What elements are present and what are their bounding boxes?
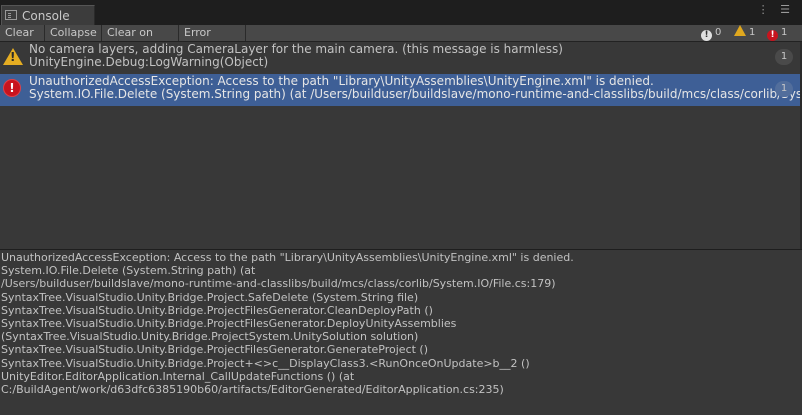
stacktrace-line: UnauthorizedAccessException: Access to t… [1,251,574,264]
stacktrace-line: SyntaxTree.VisualStudio.Unity.Bridge.Pro… [1,356,530,370]
collapse-count-badge: 1 [775,49,793,65]
log-entry-stack: System.IO.File.Delete (System.String pat… [29,87,802,101]
stacktrace-line: System.IO.File.Delete (System.String pat… [1,264,256,278]
error-count: 1 [781,27,788,38]
tab-console-label: Console [22,9,70,23]
stacktrace-line: UnityEditor.EditorApplication.Internal_C… [1,369,355,383]
log-entry[interactable]: No camera layers, adding CameraLayer for… [0,42,802,74]
error-icon: ! [767,30,778,41]
log-entry-stack: UnityEngine.Debug:LogWarning(Object) [29,55,269,69]
error-count-toggle[interactable]: ! 1 [767,25,787,41]
collapse-count-badge: 1 [775,81,793,97]
stacktrace-line: (SyntaxTree.VisualStudio.Unity.Bridge.Pr… [1,330,419,344]
clear-button[interactable]: Clear [0,25,45,41]
log-entry-selected[interactable]: ! UnauthorizedAccessException: Access to… [0,74,802,106]
stacktrace-line: SyntaxTree.VisualStudio.Unity.Bridge.Pro… [1,343,429,357]
info-icon: ! [701,30,712,41]
stacktrace-detail[interactable]: UnauthorizedAccessException: Access to t… [1,251,801,415]
collapse-toggle[interactable]: Collapse [45,25,102,41]
stacktrace-line: C:/BuildAgent/work/d63dfc6385190b60/arti… [1,383,504,397]
tab-console[interactable]: Console [1,5,95,25]
log-count: 0 [715,27,722,38]
error-pause-toggle[interactable]: Error Pause [179,25,246,54]
clear-on-play-toggle[interactable]: Clear on Play [102,25,179,54]
console-log-list[interactable]: No camera layers, adding CameraLayer for… [0,42,802,249]
stacktrace-line: SyntaxTree.VisualStudio.Unity.Bridge.Pro… [1,303,433,317]
panel-splitter[interactable] [0,249,802,250]
tab-bar: Console ⋮ ☰ [0,0,802,25]
warning-count: 1 [749,27,756,38]
error-icon: ! [3,79,21,97]
log-count-toggle[interactable]: ! 0 [701,25,721,41]
console-list-icon [5,10,17,20]
window-menu-icon[interactable]: ⋮ ☰ [758,3,794,16]
warning-icon [734,25,746,36]
stacktrace-line: SyntaxTree.VisualStudio.Unity.Bridge.Pro… [1,317,457,331]
warning-icon [3,48,23,65]
stacktrace-line: /Users/builduser/buildslave/mono-runtime… [1,277,556,291]
warning-count-toggle[interactable]: 1 [734,25,755,41]
console-toolbar: Clear Collapse Clear on Play Error Pause… [0,25,802,54]
stacktrace-line: SyntaxTree.VisualStudio.Unity.Bridge.Pro… [1,290,419,304]
